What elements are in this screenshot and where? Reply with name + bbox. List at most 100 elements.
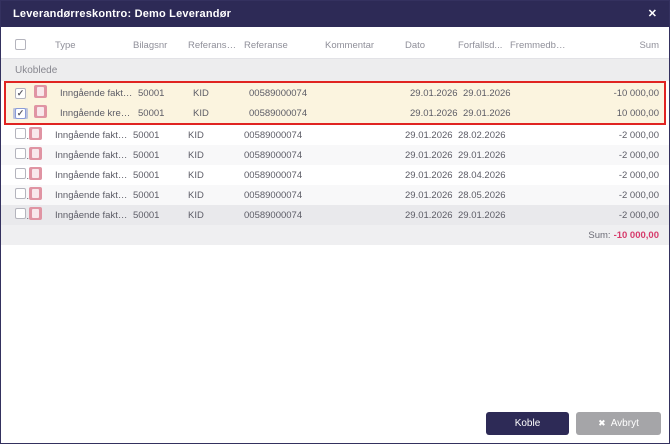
- cell-referansetype: KID: [188, 190, 244, 201]
- cell-dato: 29.01.2026: [405, 170, 458, 181]
- sum-row: Sum: -10 000,00: [1, 225, 669, 245]
- row-icon-cell: [29, 187, 55, 203]
- cell-bilagsnr: 50001: [133, 130, 188, 141]
- row-checkbox[interactable]: [15, 148, 26, 159]
- cell-referanse: 00589000074: [249, 88, 330, 99]
- table-row[interactable]: Inngående faktura 50001 KID 00589000074 …: [1, 125, 669, 145]
- row-checkbox[interactable]: [15, 208, 26, 219]
- cell-type: Inngående faktura: [55, 210, 133, 221]
- cell-referansetype: KID: [188, 150, 244, 161]
- cancel-x-icon: ✖: [598, 419, 606, 428]
- column-header-referanse[interactable]: Referanse: [244, 40, 325, 51]
- column-header-sum[interactable]: Sum: [570, 40, 669, 51]
- row-checkbox-cell: [1, 168, 29, 182]
- cell-referansetype: KID: [193, 88, 249, 99]
- close-icon[interactable]: ✕: [648, 9, 657, 20]
- select-all-cell: [1, 39, 55, 53]
- table-row[interactable]: Inngående faktura 50001 KID 00589000074 …: [1, 145, 669, 165]
- cell-forfallsdato: 28.02.2026: [458, 130, 510, 141]
- row-icon-cell: [34, 85, 60, 101]
- cell-sum: -2 000,00: [570, 150, 669, 161]
- rows-group: Inngående faktura 50001 KID 00589000074 …: [1, 125, 669, 225]
- row-icon-cell: [29, 127, 55, 143]
- cell-sum: -2 000,00: [570, 170, 669, 181]
- invoice-document-icon: [29, 127, 42, 140]
- cell-forfallsdato: 29.01.2026: [463, 108, 515, 119]
- sum-total-value: -10 000,00: [614, 230, 659, 241]
- modal-title: Leverandørreskontro: Demo Leverandør: [13, 8, 231, 20]
- invoice-document-icon: [34, 105, 47, 118]
- cell-forfallsdato: 28.05.2026: [458, 190, 510, 201]
- row-checkbox[interactable]: [15, 128, 26, 139]
- select-all-checkbox[interactable]: [15, 39, 26, 50]
- cell-type: Inngående kredit...: [60, 108, 138, 119]
- cell-dato: 29.01.2026: [405, 130, 458, 141]
- row-icon-cell: [29, 147, 55, 163]
- table-header: Type Bilagsnr Referanset... Referanse Ko…: [1, 33, 669, 59]
- row-checkbox[interactable]: [15, 188, 26, 199]
- cell-bilagsnr: 50001: [133, 150, 188, 161]
- cell-bilagsnr: 50001: [133, 190, 188, 201]
- row-icon-cell: [29, 167, 55, 183]
- cell-sum: -10 000,00: [575, 88, 664, 99]
- cell-referanse: 00589000074: [244, 150, 325, 161]
- cell-forfallsdato: 28.04.2026: [458, 170, 510, 181]
- cell-forfallsdato: 29.01.2026: [458, 150, 510, 161]
- row-checkbox-cell: [1, 128, 29, 142]
- cell-type: Inngående faktura: [55, 130, 133, 141]
- highlighted-rows-group: Inngående faktura 50001 KID 00589000074 …: [4, 81, 666, 125]
- cell-referanse: 00589000074: [244, 130, 325, 141]
- koble-button[interactable]: Koble: [486, 412, 569, 435]
- column-header-bilagsnr[interactable]: Bilagsnr: [133, 40, 188, 51]
- avbryt-button[interactable]: ✖ Avbryt: [576, 412, 661, 435]
- avbryt-label: Avbryt: [611, 418, 639, 429]
- cell-referanse: 00589000074: [244, 210, 325, 221]
- cell-sum: -2 000,00: [570, 190, 669, 201]
- cell-sum: -2 000,00: [570, 130, 669, 141]
- row-checkbox-cell: [6, 88, 34, 99]
- modal-titlebar: Leverandørreskontro: Demo Leverandør ✕: [1, 1, 669, 27]
- cell-dato: 29.01.2026: [405, 150, 458, 161]
- invoice-document-icon: [29, 147, 42, 160]
- sum-label: Sum:: [588, 230, 610, 241]
- cell-forfallsdato: 29.01.2026: [458, 210, 510, 221]
- cell-referanse: 00589000074: [249, 108, 330, 119]
- row-checkbox[interactable]: [15, 168, 26, 179]
- invoice-document-icon: [29, 207, 42, 220]
- invoice-document-icon: [29, 187, 42, 200]
- cell-dato: 29.01.2026: [410, 108, 463, 119]
- table-row[interactable]: Inngående kredit... 50001 KID 0058900007…: [6, 103, 664, 123]
- group-row-ukoblede: Ukoblede: [1, 59, 669, 81]
- row-checkbox-cell: [1, 208, 29, 222]
- column-header-forfallsdato[interactable]: Forfallsd...: [458, 40, 510, 51]
- row-icon-cell: [29, 207, 55, 223]
- cell-type: Inngående faktura: [60, 88, 138, 99]
- table-row[interactable]: Inngående faktura 50001 KID 00589000074 …: [1, 185, 669, 205]
- row-checkbox-cell: [1, 188, 29, 202]
- row-checkbox[interactable]: [15, 88, 26, 99]
- cell-type: Inngående faktura: [55, 190, 133, 201]
- cell-dato: 29.01.2026: [410, 88, 463, 99]
- row-icon-cell: [34, 105, 60, 121]
- supplier-ledger-modal: Leverandørreskontro: Demo Leverandør ✕ T…: [0, 0, 670, 444]
- column-header-dato[interactable]: Dato: [405, 40, 458, 51]
- row-checkbox-cell: [1, 148, 29, 162]
- table-row[interactable]: Inngående faktura 50001 KID 00589000074 …: [1, 165, 669, 185]
- cell-sum: 10 000,00: [575, 108, 664, 119]
- cell-referansetype: KID: [188, 210, 244, 221]
- table-row[interactable]: Inngående faktura 50001 KID 00589000074 …: [1, 205, 669, 225]
- table-row[interactable]: Inngående faktura 50001 KID 00589000074 …: [6, 83, 664, 103]
- invoice-document-icon: [29, 167, 42, 180]
- column-header-kommentar[interactable]: Kommentar: [325, 40, 405, 51]
- cell-bilagsnr: 50001: [133, 170, 188, 181]
- row-checkbox-cell: [6, 108, 34, 119]
- cell-dato: 29.01.2026: [405, 210, 458, 221]
- cell-bilagsnr: 50001: [133, 210, 188, 221]
- column-header-referansetype[interactable]: Referanset...: [188, 40, 244, 51]
- cell-referansetype: KID: [188, 170, 244, 181]
- cell-dato: 29.01.2026: [405, 190, 458, 201]
- row-checkbox[interactable]: [15, 108, 26, 119]
- column-header-type[interactable]: Type: [55, 40, 133, 51]
- column-header-fremmedbelop[interactable]: Fremmedbel...: [510, 40, 570, 51]
- cell-bilagsnr: 50001: [138, 88, 193, 99]
